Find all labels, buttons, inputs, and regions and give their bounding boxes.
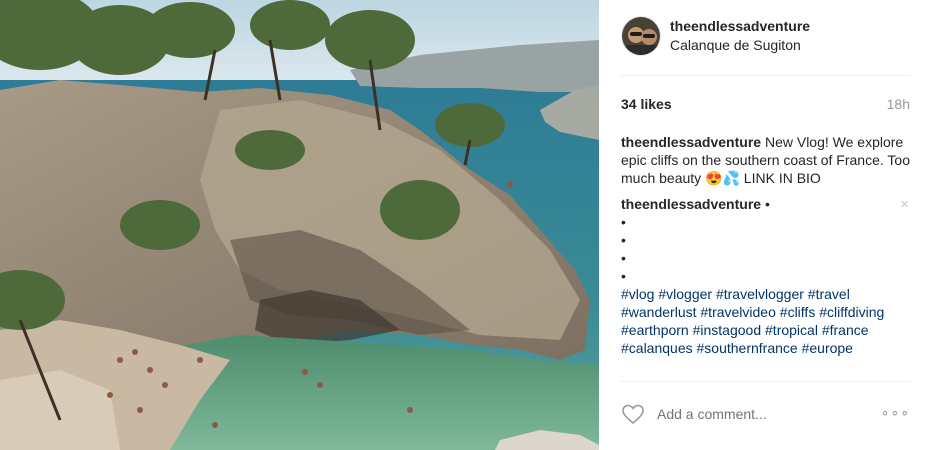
hashtag-link[interactable]: #tropical [765, 322, 818, 338]
hashtag-link[interactable]: #instagood [693, 322, 762, 338]
heart-icon[interactable] [621, 403, 645, 425]
post-side-panel: theendlessadventure Calanque de Sugiton … [599, 0, 934, 450]
hashtag-link[interactable]: #cliffs [780, 304, 816, 320]
post-header: theendlessadventure Calanque de Sugiton [621, 16, 911, 60]
divider [621, 75, 911, 76]
caption-author[interactable]: theendlessadventure [621, 134, 761, 150]
hashtag-link[interactable]: #travelvlogger [716, 286, 804, 302]
avatar[interactable] [621, 16, 661, 56]
hashtag-link[interactable]: #cliffdiving [819, 304, 884, 320]
hashtag-list: #vlog #vlogger #travelvlogger #travel #w… [621, 285, 911, 357]
comment: theendlessadventure • • • • • #vlog #vlo… [621, 195, 911, 357]
comment-dot: • [621, 232, 626, 248]
comment-dot: • [621, 214, 626, 230]
comment-dot: • [621, 268, 626, 284]
avatar-image [622, 17, 660, 55]
hashtag-link[interactable]: #earthporn [621, 322, 689, 338]
photo-image [0, 0, 599, 450]
caption: theendlessadventure New Vlog! We explore… [621, 133, 911, 187]
hashtag-link[interactable]: #travel [808, 286, 850, 302]
hashtag-link[interactable]: #southernfrance [697, 340, 798, 356]
hashtag-link[interactable]: #travelvideo [700, 304, 776, 320]
hashtag-link[interactable]: #vlog [621, 286, 654, 302]
hashtag-link[interactable]: #france [822, 322, 869, 338]
post-time[interactable]: 18h [887, 96, 910, 112]
post-username[interactable]: theendlessadventure [670, 18, 810, 34]
hashtag-link[interactable]: #wanderlust [621, 304, 697, 320]
hashtag-link[interactable]: #europe [802, 340, 853, 356]
close-icon[interactable]: × [900, 196, 909, 213]
comment-dot: • [621, 250, 626, 266]
post-location[interactable]: Calanque de Sugiton [670, 37, 801, 53]
likes-count[interactable]: 34 likes [621, 96, 672, 112]
divider [621, 381, 911, 382]
more-options-icon[interactable]: ∘∘∘ [881, 404, 910, 421]
hashtag-link[interactable]: #calanques [621, 340, 693, 356]
hashtag-link[interactable]: #vlogger [658, 286, 712, 302]
add-comment-input[interactable] [657, 406, 857, 422]
comment-separator: • [764, 196, 770, 212]
post-photo[interactable] [0, 0, 599, 450]
comment-author[interactable]: theendlessadventure [621, 196, 761, 212]
